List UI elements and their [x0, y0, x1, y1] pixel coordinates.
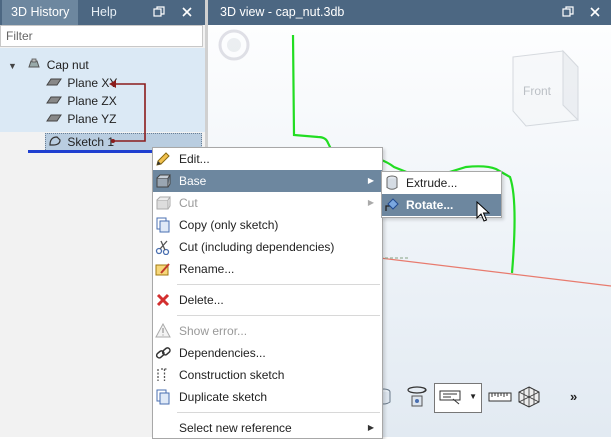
construction-sketch-icon — [157, 368, 168, 381]
menu-item-dependencies[interactable]: Dependencies... — [153, 342, 382, 364]
close-icon[interactable] — [588, 5, 602, 19]
menu-item-label: Edit... — [179, 152, 210, 166]
menu-item-label: Duplicate sketch — [179, 390, 268, 404]
menu-item-duplicate-sketch[interactable]: Duplicate sketch — [153, 386, 382, 408]
view-toolbar-icons: ▼ » — [372, 381, 611, 413]
chevron-down-icon: ▼ — [469, 392, 477, 401]
link-icon — [155, 347, 171, 359]
view-tabbar: 3D view - cap_nut.3db — [208, 0, 611, 25]
menu-item-extrude[interactable]: Extrude... — [382, 172, 501, 194]
compass-icon[interactable] — [218, 29, 250, 61]
menu-separator — [177, 284, 380, 285]
display-mode-icon — [439, 390, 461, 405]
menu-item-label: Show error... — [179, 324, 248, 338]
menu-item-label: Base — [179, 174, 207, 188]
menu-item-construction-sketch[interactable]: Construction sketch — [153, 364, 382, 386]
menu-item-label: Rename... — [179, 262, 235, 276]
x-axis-line — [379, 257, 611, 287]
menu-item-label: Delete... — [179, 293, 224, 307]
menu-item-cut-including-dependencies[interactable]: Cut (including dependencies) — [153, 236, 382, 258]
base-feature-icon — [156, 174, 171, 188]
copy-icon — [156, 217, 170, 233]
toolbar-overflow-button[interactable]: » — [570, 389, 577, 404]
menu-item-select-new-reference[interactable]: Select new reference ▶ — [153, 417, 382, 439]
view-cube[interactable]: Front — [512, 49, 579, 127]
display-mode-dropdown[interactable]: ▼ — [434, 383, 482, 413]
menu-separator — [177, 412, 380, 413]
rename-icon — [155, 263, 170, 276]
scissors-icon — [155, 240, 170, 255]
restore-icon[interactable] — [561, 5, 575, 19]
view-title: 3D view - cap_nut.3db — [220, 5, 345, 19]
submenu-arrow-icon: ▶ — [367, 176, 374, 185]
menu-item-base[interactable]: Base ▶ — [153, 170, 382, 192]
menu-item-delete[interactable]: Delete... — [153, 289, 382, 311]
menu-item-rename[interactable]: Rename... — [153, 258, 382, 280]
menu-item-copy-only-sketch[interactable]: Copy (only sketch) — [153, 214, 382, 236]
menu-item-label: Extrude... — [406, 176, 458, 190]
dependency-arrow — [109, 80, 146, 143]
mesh-icon[interactable] — [518, 386, 540, 408]
duplicate-icon — [156, 389, 170, 405]
warning-icon — [155, 323, 171, 338]
menu-item-cut-feature[interactable]: Cut ▶ — [153, 192, 382, 214]
menu-item-label: Copy (only sketch) — [179, 218, 279, 232]
view-cube-front-label: Front — [523, 84, 552, 98]
submenu-arrow-icon: ▶ — [367, 198, 374, 207]
delete-x-icon — [156, 293, 170, 307]
menu-item-label: Cut (including dependencies) — [179, 240, 335, 254]
menu-item-label: Rotate... — [406, 198, 454, 212]
menu-separator — [177, 315, 380, 316]
submenu-arrow-icon: ▶ — [367, 423, 374, 432]
rotate-icon — [385, 198, 399, 211]
mouse-cursor-icon — [476, 201, 490, 222]
extrude-icon — [386, 175, 398, 190]
pencil-icon — [156, 152, 170, 166]
menu-item-label: Select new reference — [179, 421, 292, 435]
menu-item-label: Construction sketch — [179, 368, 285, 382]
context-menu: Edit... Base ▶ Cut ▶ Copy (only sketch) … — [152, 147, 383, 439]
rotate-view-icon[interactable] — [406, 384, 428, 410]
menu-item-label: Cut — [179, 196, 198, 210]
cut-feature-icon — [156, 196, 171, 210]
ruler-icon[interactable] — [488, 391, 512, 403]
menu-item-edit[interactable]: Edit... — [153, 148, 382, 170]
menu-item-label: Dependencies... — [179, 346, 266, 360]
drop-indicator — [28, 150, 153, 153]
menu-item-show-error[interactable]: Show error... — [153, 320, 382, 342]
